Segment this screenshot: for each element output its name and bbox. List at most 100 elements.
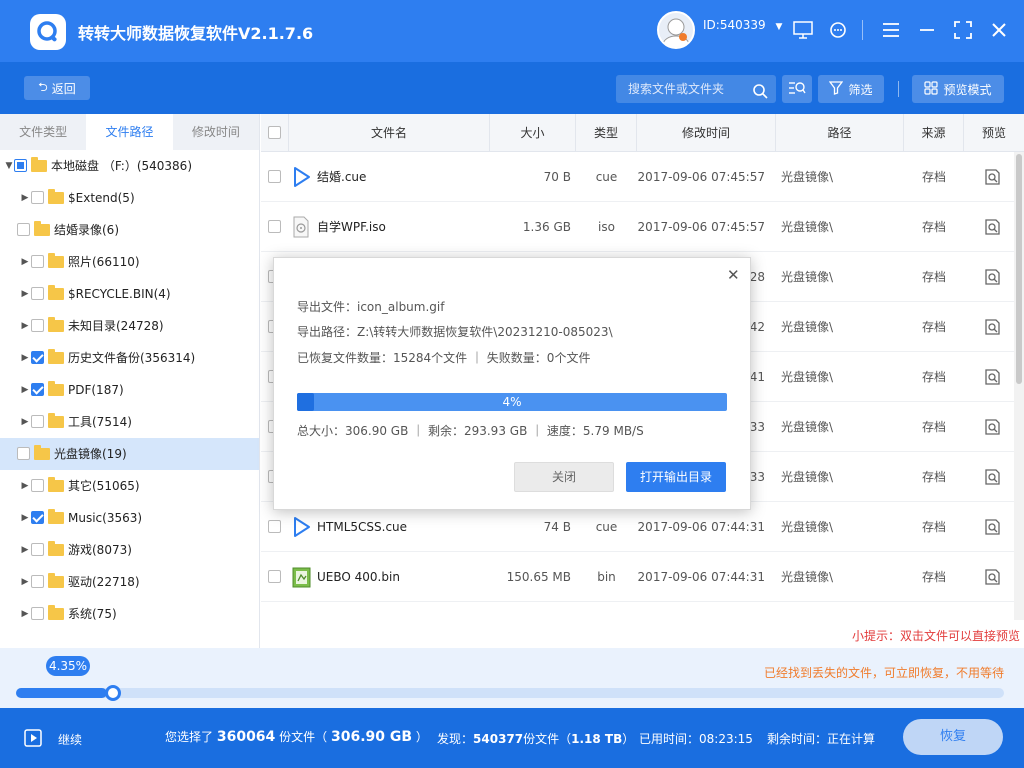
- col-size[interactable]: 大小: [490, 114, 576, 152]
- preview-icon[interactable]: [984, 418, 1002, 436]
- preview-icon[interactable]: [984, 268, 1002, 286]
- close-icon[interactable]: [988, 19, 1010, 41]
- tree-checkbox[interactable]: [17, 223, 30, 236]
- chevron-right-icon[interactable]: ▶: [20, 406, 30, 438]
- user-id[interactable]: ID:540339 ▼: [703, 18, 782, 32]
- dialog-close-icon[interactable]: ✕: [727, 266, 740, 284]
- tree-item[interactable]: ▶ $Extend(5): [0, 182, 259, 214]
- tree-item[interactable]: ▶ Music(3563): [0, 502, 259, 534]
- open-output-dir-button[interactable]: 打开输出目录: [626, 462, 726, 492]
- col-type[interactable]: 类型: [576, 114, 637, 152]
- close-dialog-button[interactable]: 关闭: [514, 462, 614, 492]
- selected-unit: 份文件（: [279, 730, 328, 744]
- tree-checkbox[interactable]: [17, 447, 30, 460]
- maximize-icon[interactable]: [952, 19, 974, 41]
- col-path[interactable]: 路径: [776, 114, 904, 152]
- tree-item[interactable]: ▶ 工具(7514): [0, 406, 259, 438]
- tree-checkbox[interactable]: [31, 287, 44, 300]
- tree-checkbox[interactable]: [31, 575, 44, 588]
- table-row[interactable]: 结婚.cue 70 B cue 2017-09-06 07:45:57 光盘镜像\ 存档: [261, 152, 1024, 202]
- monitor-icon[interactable]: [792, 19, 814, 41]
- recover-button[interactable]: 恢复: [903, 719, 1003, 755]
- col-preview[interactable]: 预览: [964, 114, 1024, 152]
- tree-item[interactable]: ▶ 历史文件备份(356314): [0, 342, 259, 374]
- chevron-right-icon[interactable]: ▶: [20, 310, 30, 342]
- tree-checkbox[interactable]: [31, 255, 44, 268]
- back-button[interactable]: ⮌ 返回: [24, 76, 90, 100]
- tree-checkbox[interactable]: [31, 351, 44, 364]
- chevron-right-icon[interactable]: ▶: [20, 246, 30, 278]
- tree-item[interactable]: ▼ 本地磁盘 （F:）(540386): [0, 150, 259, 182]
- tree-checkbox[interactable]: [31, 383, 44, 396]
- tree-checkbox[interactable]: [31, 319, 44, 332]
- tree-checkbox[interactable]: [31, 191, 44, 204]
- tree-item[interactable]: ▶ 驱动(22718): [0, 566, 259, 598]
- tree-checkbox[interactable]: [31, 511, 44, 524]
- support-icon[interactable]: [827, 19, 849, 41]
- tree-item[interactable]: ▶ 系统(75): [0, 598, 259, 630]
- chevron-right-icon[interactable]: ▶: [20, 342, 30, 374]
- preview-icon[interactable]: [984, 568, 1002, 586]
- tab-modified-time[interactable]: 修改时间: [172, 114, 259, 150]
- preview-icon[interactable]: [984, 468, 1002, 486]
- tree-item[interactable]: ▶ 未知目录(24728): [0, 310, 259, 342]
- tree-item[interactable]: ▶ 游戏(8073): [0, 534, 259, 566]
- preview-icon[interactable]: [984, 318, 1002, 336]
- search-icon[interactable]: [752, 81, 768, 109]
- folder-icon: [48, 541, 64, 556]
- tree-checkbox[interactable]: [31, 543, 44, 556]
- tree-item[interactable]: 光盘镜像(19): [0, 438, 259, 470]
- advanced-search-button[interactable]: [782, 75, 812, 103]
- col-modified[interactable]: 修改时间: [637, 114, 776, 152]
- preview-icon[interactable]: [984, 368, 1002, 386]
- tree-checkbox[interactable]: [14, 159, 27, 172]
- row-checkbox[interactable]: [268, 570, 281, 583]
- folder-icon: [34, 445, 50, 460]
- chevron-right-icon[interactable]: ▶: [20, 182, 30, 214]
- chevron-right-icon[interactable]: ▶: [20, 502, 30, 534]
- select-all-checkbox[interactable]: [268, 126, 281, 139]
- chevron-right-icon[interactable]: ▶: [20, 278, 30, 310]
- tree-checkbox[interactable]: [31, 479, 44, 492]
- chevron-right-icon[interactable]: ▶: [20, 534, 30, 566]
- chevron-right-icon[interactable]: ▶: [20, 566, 30, 598]
- avatar[interactable]: [657, 11, 695, 49]
- tree-item[interactable]: ▶ 照片(66110): [0, 246, 259, 278]
- scrollbar-thumb[interactable]: [1016, 154, 1022, 384]
- tree-item-label: 结婚录像(6): [54, 223, 119, 237]
- scan-progress-knob[interactable]: [105, 685, 121, 701]
- tree-item[interactable]: 结婚录像(6): [0, 214, 259, 246]
- table-row[interactable]: UEBO 400.bin 150.65 MB bin 2017-09-06 07:44…: [261, 552, 1024, 602]
- preview-mode-button[interactable]: 预览模式: [912, 75, 1004, 103]
- tree-item[interactable]: ▶ $RECYCLE.BIN(4): [0, 278, 259, 310]
- row-checkbox[interactable]: [268, 170, 281, 183]
- tree-item[interactable]: ▶ 其它(51065): [0, 470, 259, 502]
- preview-icon[interactable]: [984, 168, 1002, 186]
- tree-checkbox[interactable]: [31, 607, 44, 620]
- chevron-down-icon[interactable]: ▼: [4, 150, 14, 182]
- row-checkbox[interactable]: [268, 220, 281, 233]
- found-suffix: ）: [622, 732, 635, 746]
- table-row[interactable]: 自学WPF.iso 1.36 GB iso 2017-09-06 07:45:57 光盘…: [261, 202, 1024, 252]
- minimize-icon[interactable]: [916, 19, 938, 41]
- search-input[interactable]: 搜索文件或文件夹: [616, 75, 776, 103]
- continue-button[interactable]: 继续: [24, 729, 82, 750]
- preview-icon[interactable]: [984, 218, 1002, 236]
- preview-icon[interactable]: [984, 518, 1002, 536]
- row-checkbox[interactable]: [268, 520, 281, 533]
- tree-checkbox[interactable]: [31, 415, 44, 428]
- col-name[interactable]: 文件名: [289, 114, 490, 152]
- tree-item[interactable]: ▶ PDF(187): [0, 374, 259, 406]
- menu-icon[interactable]: [880, 19, 902, 41]
- tab-file-path[interactable]: 文件路径: [86, 114, 173, 150]
- table-scrollbar[interactable]: [1014, 152, 1024, 620]
- export-path: 导出路径：Z:\转转大师数据恢复软件\20231210-085023\: [297, 325, 613, 339]
- tree-item-label: 系统(75): [68, 607, 117, 621]
- filter-icon: [829, 80, 844, 98]
- chevron-right-icon[interactable]: ▶: [20, 598, 30, 630]
- chevron-right-icon[interactable]: ▶: [20, 470, 30, 502]
- col-source[interactable]: 来源: [904, 114, 964, 152]
- filter-button[interactable]: 筛选: [818, 75, 884, 103]
- tab-file-type[interactable]: 文件类型: [0, 114, 87, 150]
- chevron-right-icon[interactable]: ▶: [20, 374, 30, 406]
